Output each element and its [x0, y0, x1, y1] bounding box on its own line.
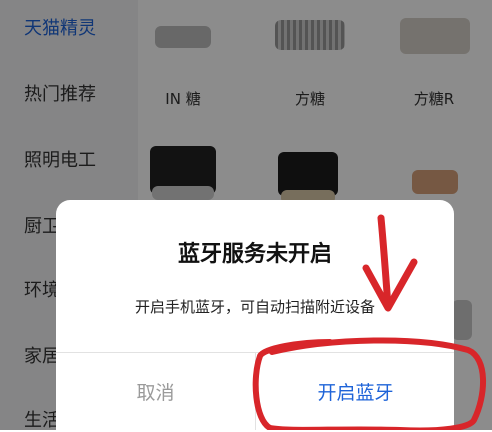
cancel-button[interactable]: 取消 [56, 353, 255, 430]
dialog-title: 蓝牙服务未开启 [177, 242, 332, 267]
bluetooth-dialog: 蓝牙服务未开启 开启手机蓝牙，可自动扫描附近设备 取消 开启蓝牙 [56, 200, 454, 430]
enable-bluetooth-button[interactable]: 开启蓝牙 [256, 353, 454, 430]
dialog-message: 开启手机蓝牙，可自动扫描附近设备 [134, 298, 375, 316]
